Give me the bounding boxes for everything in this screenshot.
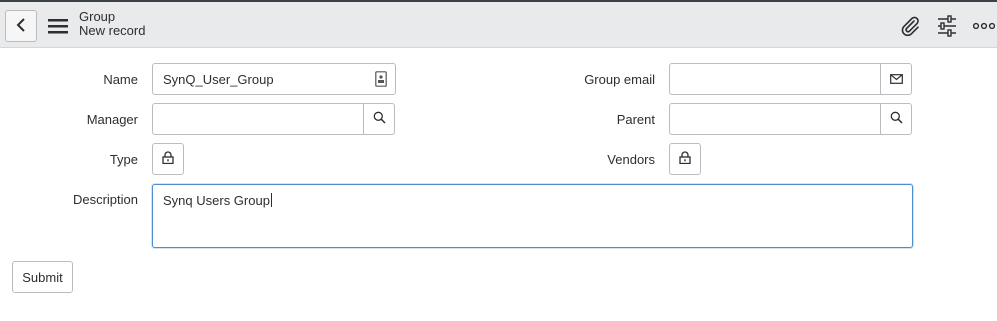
search-icon: [890, 111, 903, 127]
sliders-icon[interactable]: [935, 14, 959, 38]
manager-field[interactable]: [152, 103, 395, 135]
manager-label: Manager: [86, 112, 138, 127]
text-caret: [270, 193, 272, 207]
submit-button[interactable]: Submit: [12, 261, 73, 293]
description-value: Synq Users Group: [163, 193, 272, 208]
parent-field[interactable]: [669, 103, 912, 135]
record-title: Group New record: [79, 10, 145, 38]
id-card-icon: [374, 71, 388, 87]
vendors-unlock-button[interactable]: [669, 143, 701, 175]
email-button[interactable]: [880, 64, 911, 94]
group-email-field[interactable]: [669, 63, 912, 95]
manager-lookup-button[interactable]: [363, 104, 394, 134]
name-field[interactable]: SynQ_User_Group: [152, 63, 396, 95]
description-textarea[interactable]: Synq Users Group: [152, 184, 913, 248]
envelope-icon: [889, 72, 903, 87]
name-label: Name: [103, 72, 138, 87]
page-title: Group: [79, 9, 116, 24]
type-unlock-button[interactable]: [152, 143, 184, 175]
parent-lookup-button[interactable]: [880, 104, 911, 134]
lock-icon: [679, 151, 691, 167]
description-label: Description: [72, 192, 138, 207]
lock-icon: [162, 151, 174, 167]
name-field-value: SynQ_User_Group: [163, 72, 274, 87]
group-email-label: Group email: [584, 72, 655, 87]
more-options-icon[interactable]: [972, 14, 996, 38]
form-header: Group New record: [0, 2, 997, 48]
parent-label: Parent: [616, 112, 655, 127]
page-subtitle: New record: [79, 23, 146, 38]
search-icon: [373, 111, 386, 127]
type-label: Type: [109, 152, 138, 167]
paperclip-icon[interactable]: [898, 14, 922, 38]
chevron-left-icon: [16, 17, 26, 35]
back-button[interactable]: [5, 10, 37, 42]
vendors-label: Vendors: [607, 152, 655, 167]
hamburger-menu-icon[interactable]: [47, 17, 69, 35]
